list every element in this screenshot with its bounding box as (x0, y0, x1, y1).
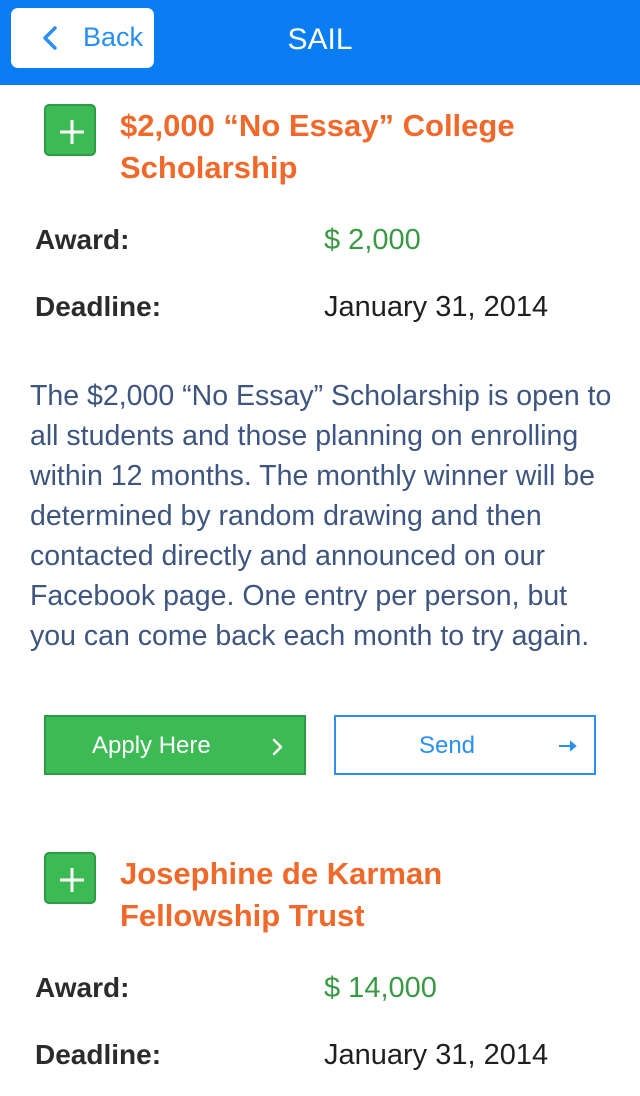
scholarship-list[interactable]: $2,000 “No Essay” College Scholarship Aw… (0, 85, 640, 1096)
chevron-left-icon (41, 25, 61, 51)
scholarship-item: $2,000 “No Essay” College Scholarship Aw… (0, 85, 640, 845)
award-label: Award: (35, 224, 130, 255)
scholarship-item: Josephine de Karman Fellowship Trust Awa… (0, 845, 640, 1096)
scholarship-title[interactable]: Josephine de Karman Fellowship Trust (120, 853, 610, 937)
award-label: Award: (35, 972, 130, 1003)
deadline-label: Deadline: (35, 291, 162, 322)
send-button[interactable]: Send (334, 715, 596, 775)
apply-here-button[interactable]: Apply Here (44, 715, 306, 775)
award-value: $ 2,000 (324, 224, 421, 256)
back-button-label: Back (83, 22, 144, 52)
scholarship-description: The $2,000 “No Essay” Scholarship is ope… (30, 380, 612, 652)
apply-here-label: Apply Here (92, 732, 211, 759)
add-scholarship-button[interactable] (44, 104, 96, 156)
deadline-value: January 31, 2014 (324, 1039, 549, 1071)
award-value: $ 14,000 (324, 972, 437, 1004)
back-button[interactable]: Back (11, 8, 154, 68)
deadline-value: January 31, 2014 (324, 291, 549, 323)
navigation-bar: Back SAIL (0, 0, 640, 85)
add-scholarship-button[interactable] (44, 852, 96, 904)
send-label: Send (418, 732, 476, 759)
deadline-label: Deadline: (35, 1039, 162, 1070)
page-title: SAIL (287, 23, 353, 56)
chevron-right-icon (272, 738, 284, 761)
arrow-right-icon (558, 739, 578, 758)
scholarship-title[interactable]: $2,000 “No Essay” College Scholarship (120, 105, 610, 189)
